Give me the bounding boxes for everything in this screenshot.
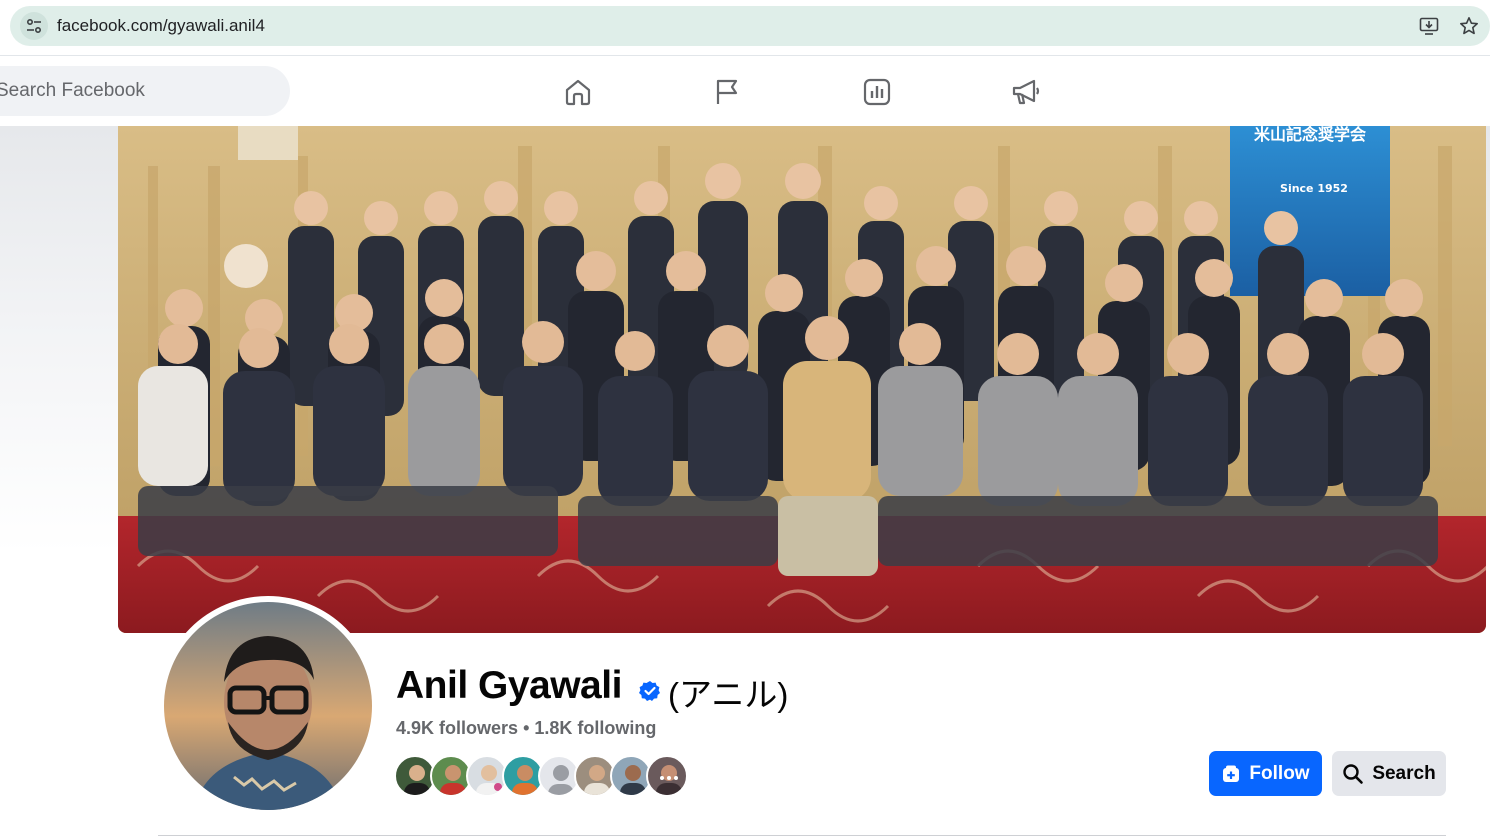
facebook-header: Search Facebook [0, 57, 1490, 125]
following-count[interactable]: 1.8K following [534, 718, 656, 738]
follow-label: Follow [1249, 762, 1310, 784]
site-info-icon[interactable] [20, 12, 48, 40]
stats-separator: • [523, 718, 530, 738]
cover-photo[interactable]: 米山記念奨学会 Since 1952 [118, 126, 1486, 633]
profile-stats: 4.9K followers • 1.8K following [396, 718, 656, 739]
search-profile-button[interactable]: Search [1332, 751, 1446, 796]
follower-avatar[interactable] [646, 755, 688, 797]
search-label: Search [1372, 762, 1436, 784]
banner-year: Since 1952 [1280, 182, 1348, 195]
insights-icon[interactable] [860, 75, 894, 109]
search-placeholder: Search Facebook [0, 80, 145, 101]
profile-alt-name: (アニル) [668, 676, 789, 713]
home-icon[interactable] [561, 75, 595, 109]
follow-button[interactable]: Follow [1209, 751, 1322, 796]
search-icon [1342, 763, 1364, 785]
banner-title: 米山記念奨学会 [1254, 126, 1366, 144]
followers-count[interactable]: 4.9K followers [396, 718, 518, 738]
address-bar[interactable]: facebook.com/gyawali.anil4 [10, 6, 1490, 46]
follow-icon [1221, 764, 1241, 784]
bookmark-star-icon[interactable] [1458, 15, 1480, 37]
browser-toolbar: facebook.com/gyawali.anil4 [0, 0, 1490, 56]
verified-badge-icon[interactable] [639, 680, 661, 702]
profile-name: Anil Gyawali [396, 664, 622, 707]
profile-avatar[interactable] [164, 602, 372, 810]
profile-divider [158, 835, 1446, 836]
search-facebook-input[interactable]: Search Facebook [0, 66, 290, 116]
url-text[interactable]: facebook.com/gyawali.anil4 [57, 16, 265, 36]
megaphone-icon[interactable] [1009, 75, 1043, 109]
flag-icon[interactable] [710, 75, 744, 109]
install-app-icon[interactable] [1418, 15, 1440, 37]
